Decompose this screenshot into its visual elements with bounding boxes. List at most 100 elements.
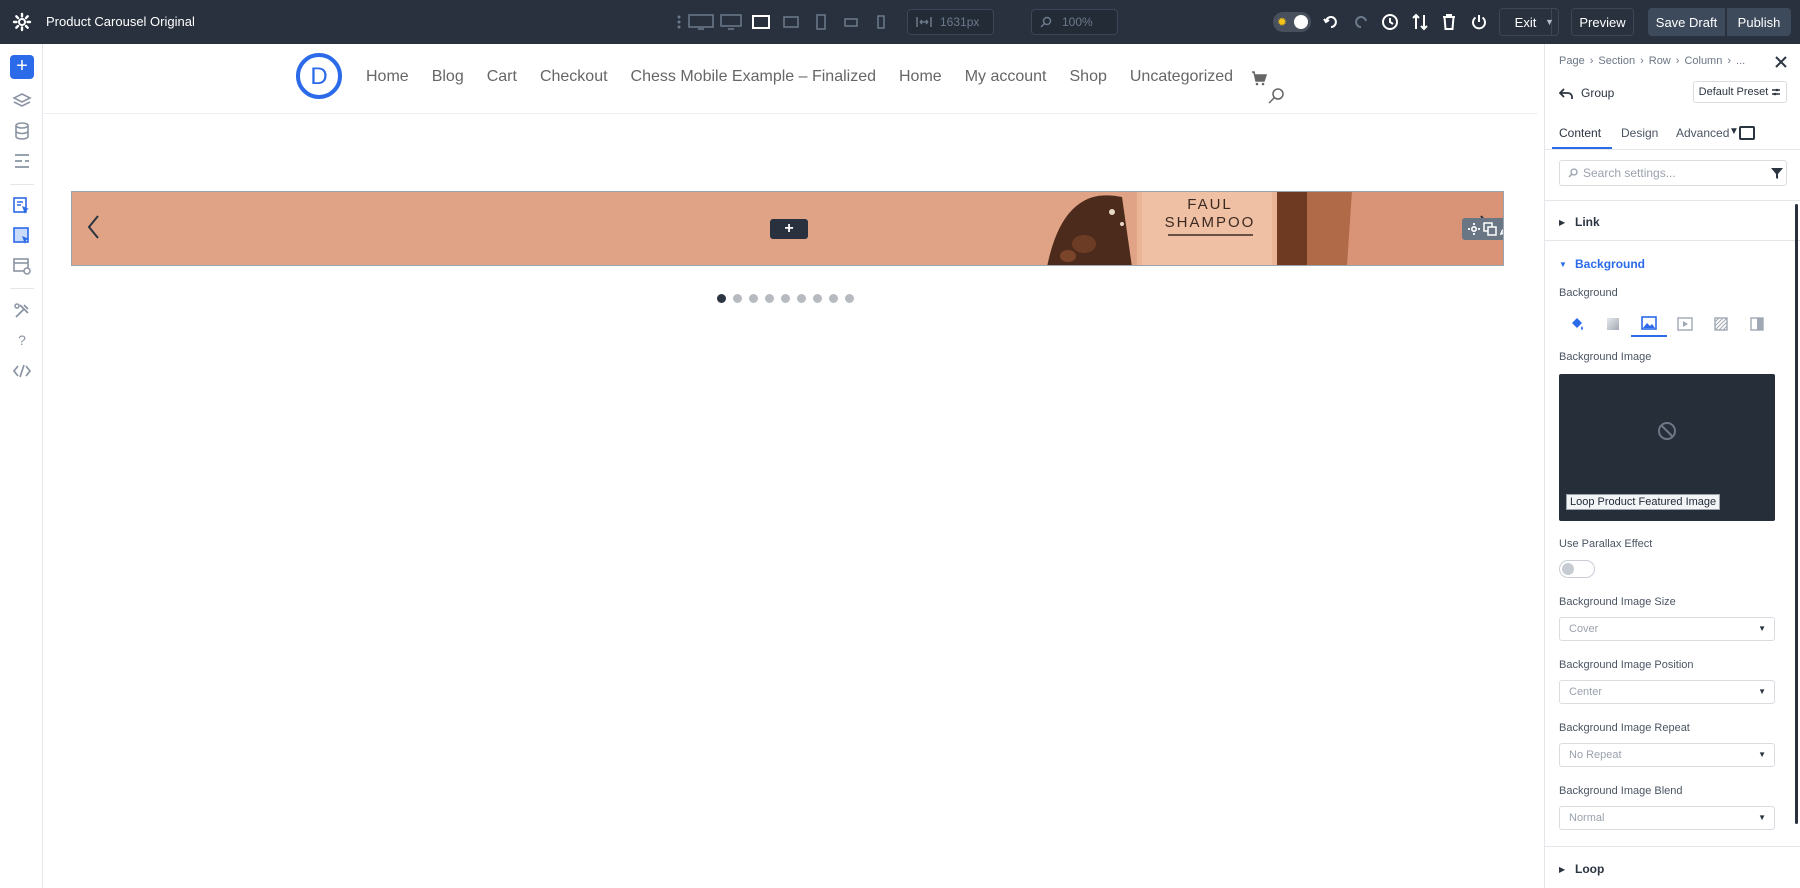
desktop-device-icon[interactable] [716,10,746,34]
zoom-field[interactable]: 100% [1031,9,1118,35]
page-settings-icon[interactable] [12,256,32,276]
edit-icon[interactable] [1499,222,1503,236]
nav-item-checkout[interactable]: Checkout [540,68,608,86]
sort-arrows-icon[interactable] [1411,13,1429,31]
tabs-dropdown-chevron-icon[interactable]: ▼ [1729,126,1739,137]
dynamic-content-tag[interactable]: Loop Product Featured Image [1566,494,1721,510]
laptop-device-icon[interactable] [746,10,776,34]
breadcrumb-section[interactable]: Section [1598,55,1635,67]
settings-panel: Page › Section › Row › Column › ... Group De… [1544,44,1800,888]
close-icon[interactable] [1773,54,1789,70]
background-image-label: Background Image [1559,351,1652,363]
nav-item-chess-mobile[interactable]: Chess Mobile Example – Finalized [631,68,876,86]
exit-dropdown-chevron-icon[interactable]: ▼ [1541,8,1559,36]
save-draft-button[interactable]: Save Draft [1648,8,1725,36]
pagination-dot[interactable] [797,294,806,303]
redo-icon[interactable] [1352,13,1370,31]
nav-item-blog[interactable]: Blog [432,68,464,86]
tab-advanced[interactable]: Advanced [1676,126,1729,140]
toggle-knob [1562,563,1574,575]
layout-rows-icon[interactable] [12,151,32,171]
pattern-icon[interactable] [1703,311,1739,337]
code-icon[interactable] [12,361,32,381]
database-icon[interactable] [12,121,32,141]
breadcrumb-more[interactable]: ... [1736,55,1745,67]
nav-item-cart[interactable]: Cart [487,68,517,86]
more-vertical-icon[interactable] [672,10,686,34]
layers-icon[interactable] [12,91,32,111]
group-background-toggle[interactable]: ▼ Background [1559,257,1645,271]
gradient-icon[interactable] [1595,311,1631,337]
canvas-width-field[interactable]: 1631px [907,9,994,35]
back-to-parent[interactable]: Group [1559,86,1614,100]
carousel-prev-arrow-icon[interactable] [84,212,104,242]
nav-item-my-account[interactable]: My account [965,68,1047,86]
filter-icon[interactable] [1770,166,1784,180]
product-carousel[interactable]: FAUL SHAMPOO + [71,191,1504,266]
paint-bucket-icon[interactable] [1559,311,1595,337]
image-blend-select[interactable]: Normal ▼ [1559,806,1775,830]
nav-item-uncategorized[interactable]: Uncategorized [1130,68,1233,86]
tools-icon[interactable] [12,301,32,321]
nav-item-home-2[interactable]: Home [899,68,942,86]
nav-item-shop[interactable]: Shop [1070,68,1107,86]
power-icon[interactable] [1470,13,1488,31]
image-icon[interactable] [1631,311,1667,337]
group-link-toggle[interactable]: ▶ Link [1559,215,1600,229]
breadcrumb-page[interactable]: Page [1559,55,1585,67]
image-repeat-select[interactable]: No Repeat ▼ [1559,743,1775,767]
theme-builder-icon[interactable] [12,196,32,216]
settings-gear-icon[interactable] [12,12,32,32]
pagination-dot[interactable] [845,294,854,303]
undo-icon[interactable] [1322,13,1340,31]
phone-portrait-icon[interactable] [866,10,896,34]
group-loop-toggle[interactable]: ▶ Loop [1559,862,1604,876]
help-question-icon[interactable]: ? [12,331,32,351]
theme-toggle[interactable]: ✹ [1273,12,1311,32]
pagination-dot[interactable] [781,294,790,303]
pagination-dot[interactable] [829,294,838,303]
sidebar-divider [10,288,34,289]
tablet-portrait-icon[interactable] [806,10,836,34]
tab-content[interactable]: Content [1559,126,1601,140]
mask-icon[interactable] [1739,311,1775,337]
cart-icon[interactable] [1251,70,1267,86]
add-module-button[interactable]: + [770,219,808,239]
video-icon[interactable] [1667,311,1703,337]
site-logo[interactable]: D [295,52,343,100]
pagination-dot[interactable] [717,294,726,303]
publish-button[interactable]: Publish [1727,8,1791,36]
caret-right-icon: ▶ [1559,217,1566,227]
search-settings-input[interactable]: Search settings... [1559,160,1787,186]
module-settings-gear-icon[interactable] [1467,222,1481,236]
site-search-icon[interactable] [1267,87,1285,105]
parallax-toggle[interactable] [1559,560,1595,578]
svg-text:SHAMPOO: SHAMPOO [1165,214,1256,231]
background-image-preview[interactable]: Loop Product Featured Image [1559,374,1775,521]
panel-mode-square-icon[interactable] [1739,126,1755,140]
breadcrumb-separator: › [1640,55,1644,67]
add-element-button[interactable]: + [10,55,34,79]
breadcrumb-column[interactable]: Column [1684,55,1722,67]
image-position-select[interactable]: Center ▼ [1559,680,1775,704]
nav-item-home[interactable]: Home [366,68,409,86]
tablet-landscape-icon[interactable] [776,10,806,34]
preview-button[interactable]: Preview [1571,8,1634,36]
history-icon[interactable] [1381,13,1399,31]
breadcrumb-row[interactable]: Row [1649,55,1671,67]
pagination-dot[interactable] [813,294,822,303]
trash-icon[interactable] [1440,13,1458,31]
preset-selector[interactable]: Default Preset [1693,81,1787,103]
duplicate-icon[interactable] [1483,222,1497,236]
widescreen-device-icon[interactable] [686,10,716,34]
pagination-dot[interactable] [733,294,742,303]
pagination-dot[interactable] [749,294,758,303]
panel-scrollbar[interactable] [1795,204,1798,824]
tab-design[interactable]: Design [1621,126,1658,140]
image-size-select[interactable]: Cover ▼ [1559,617,1775,641]
breadcrumb-separator: › [1675,55,1680,67]
image-repeat-value: No Repeat [1569,749,1622,761]
pagination-dot[interactable] [765,294,774,303]
phone-landscape-icon[interactable] [836,10,866,34]
page-templates-icon[interactable] [12,226,32,246]
